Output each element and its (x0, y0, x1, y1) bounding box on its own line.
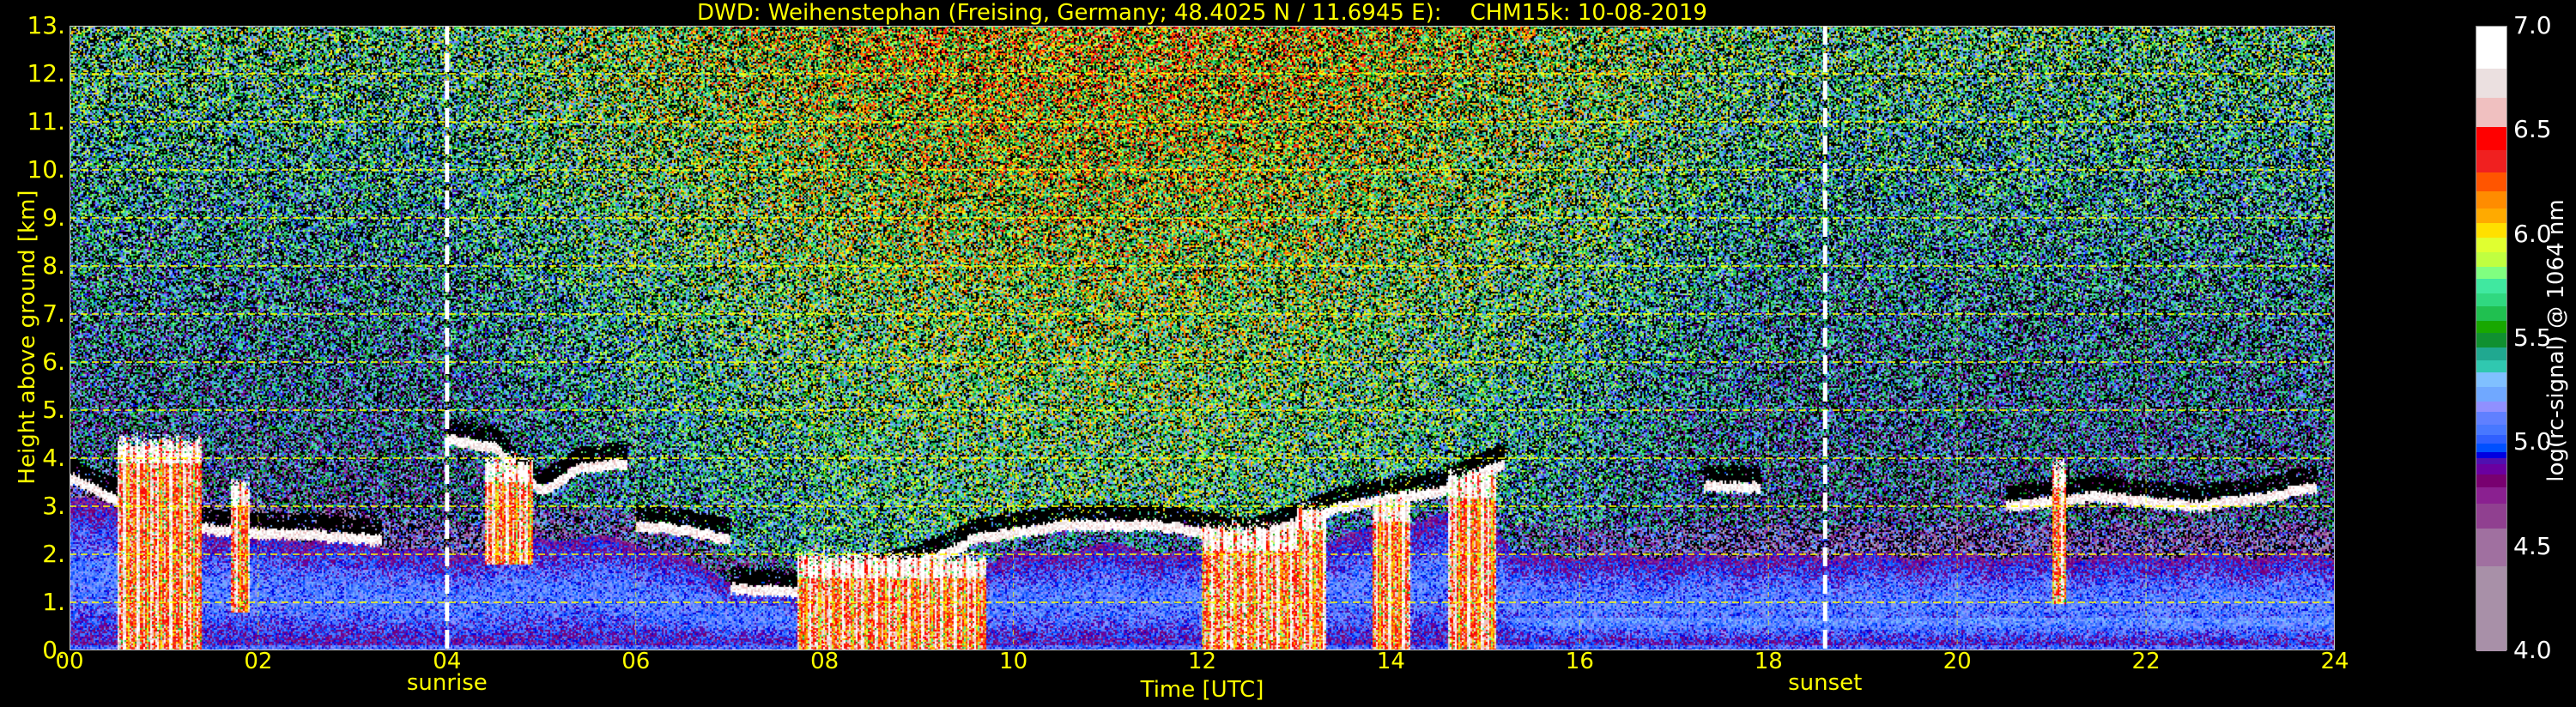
colorbar-segment (2476, 457, 2506, 465)
colorbar-segment (2476, 347, 2506, 360)
colorbar-segment (2476, 565, 2506, 652)
colorbar-segment (2476, 503, 2506, 529)
colorbar-segment (2476, 237, 2506, 252)
y-tick-label: 3. (42, 492, 65, 520)
colorbar-segment (2476, 386, 2506, 402)
colorbar-segment (2476, 332, 2506, 348)
colorbar-segment (2476, 27, 2506, 69)
y-tick-label: 1. (42, 588, 65, 616)
colorbar-segment (2476, 451, 2506, 458)
colorbar-tick-label: 4.0 (2513, 636, 2552, 664)
y-tick-label: 13. (27, 11, 65, 39)
y-tick-label: 6. (42, 347, 65, 376)
colorbar-segment (2476, 190, 2506, 208)
x-tick-label: 14 (1376, 649, 1405, 674)
x-axis-label: Time [UTC] (1140, 677, 1264, 703)
y-tick-label: 8. (42, 251, 65, 280)
y-tick-label: 4. (42, 444, 65, 472)
colorbar-segment (2476, 278, 2506, 294)
colorbar-tick-label: 4.5 (2513, 531, 2552, 560)
colorbar-label: log(rc-signal) @ 1064 nm (2543, 199, 2569, 482)
colorbar-segment (2476, 266, 2506, 280)
plot-area (70, 26, 2335, 650)
colorbar-segment (2476, 411, 2506, 425)
colorbar-segment (2476, 251, 2506, 267)
x-tick-label: 20 (1943, 649, 1972, 674)
colorbar-segment (2476, 208, 2506, 223)
x-tick-label: 16 (1565, 649, 1594, 674)
y-tick-label: 5. (42, 396, 65, 424)
x-tick-label: 00 (55, 649, 84, 674)
x-tick-label: 02 (244, 649, 273, 674)
colorbar-segment (2476, 424, 2506, 436)
colorbar-segment (2476, 401, 2506, 413)
y-tick-label: 2. (42, 540, 65, 568)
colorbar-segment (2476, 97, 2506, 127)
colorbar-segment (2476, 434, 2506, 444)
y-tick-label: 12. (27, 59, 65, 88)
colorbar-segment (2476, 305, 2506, 321)
y-tick-label: 10. (27, 155, 65, 184)
grid-overlay (70, 26, 2335, 650)
x-tick-label: 10 (999, 649, 1028, 674)
colorbar-segment (2476, 360, 2506, 373)
colorbar-segment (2476, 126, 2506, 150)
x-tick-label: 08 (810, 649, 839, 674)
colorbar (2476, 26, 2507, 652)
colorbar-segment (2476, 486, 2506, 505)
colorbar-segment (2476, 222, 2506, 238)
y-tick-label: 11. (27, 107, 65, 136)
colorbar-segment (2476, 172, 2506, 192)
colorbar-segment (2476, 463, 2506, 475)
colorbar-segment (2476, 149, 2506, 173)
colorbar-segment (2476, 320, 2506, 334)
x-tick-label: 22 (2131, 649, 2161, 674)
y-tick-label: 7. (42, 299, 65, 328)
colorbar-segment (2476, 372, 2506, 388)
x-tick-label: 12 (1187, 649, 1217, 674)
colorbar-segment (2476, 443, 2506, 452)
colorbar-tick-label: 6.5 (2513, 115, 2552, 144)
colorbar-segment (2476, 528, 2506, 566)
y-tick-label: 9. (42, 203, 65, 232)
x-tick-label: 24 (2320, 649, 2349, 674)
colorbar-segment (2476, 68, 2506, 98)
colorbar-segment (2476, 293, 2506, 306)
colorbar-segment (2476, 474, 2506, 487)
chart-title: DWD: Weihenstephan (Freising, Germany; 4… (697, 0, 1707, 26)
colorbar-tick-label: 7.0 (2513, 11, 2552, 39)
x-tick-label: 06 (621, 649, 651, 674)
